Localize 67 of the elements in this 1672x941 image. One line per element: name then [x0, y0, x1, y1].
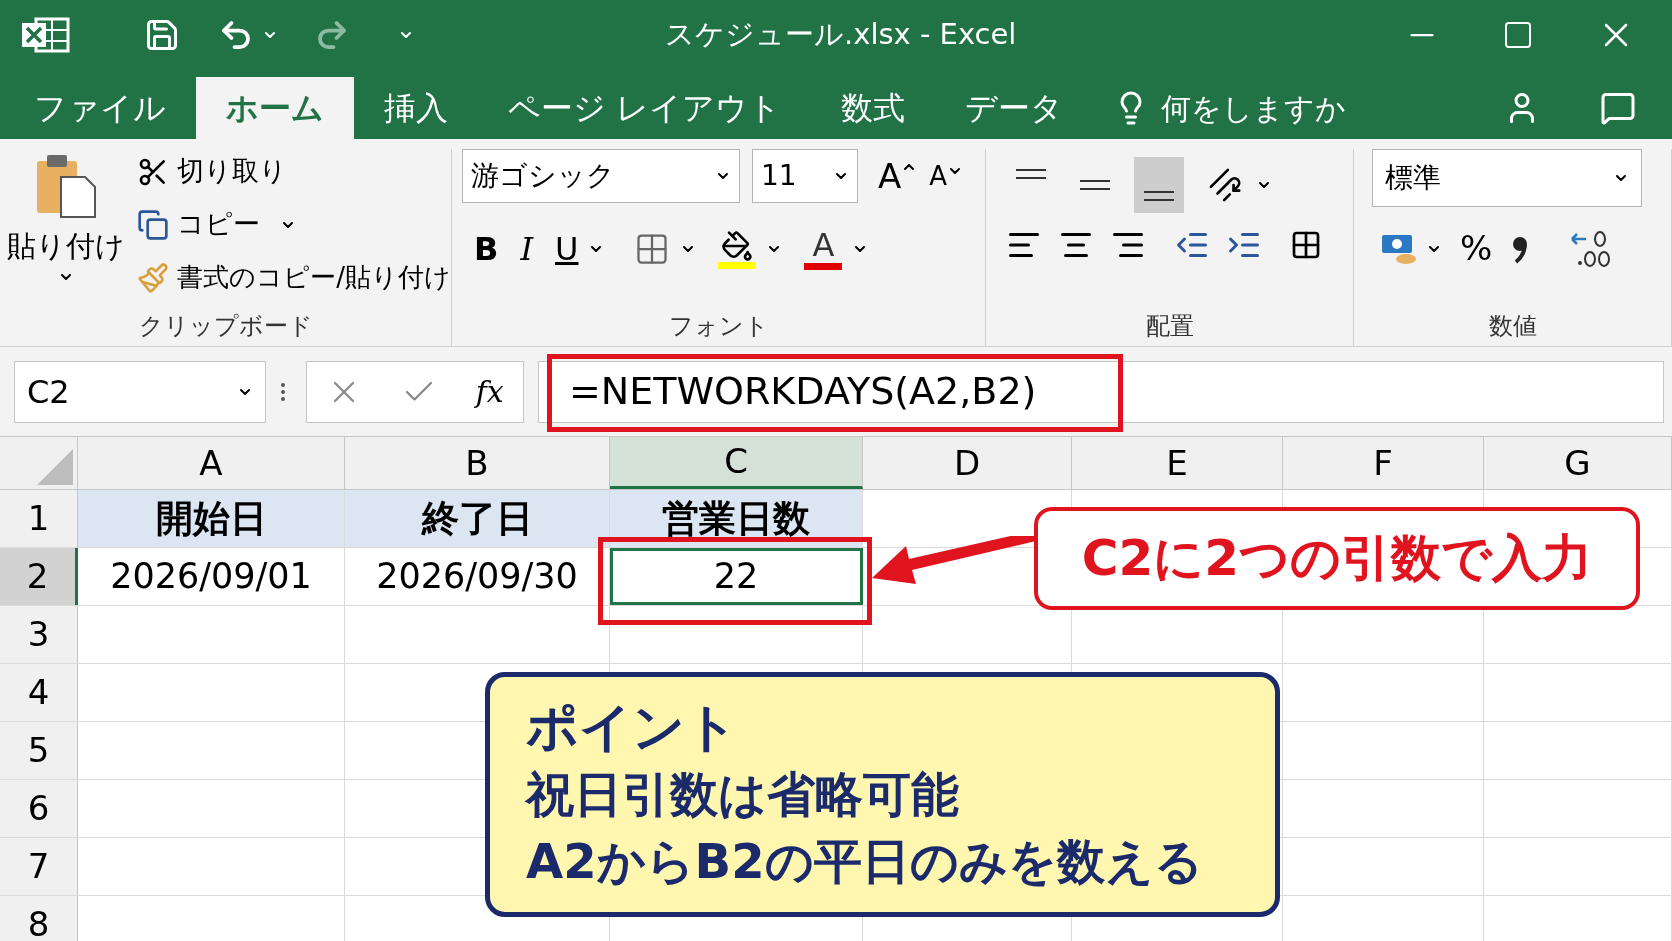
table-cell: 営業日数: [610, 490, 863, 547]
callout-text: C2に2つの引数で入力: [1081, 528, 1593, 589]
copy-icon: [137, 208, 170, 241]
bold-button[interactable]: B: [474, 225, 499, 273]
font-size-dropdown[interactable]: 11: [752, 149, 858, 203]
cut-button[interactable]: 切り取り: [137, 149, 451, 194]
table-cell: 22: [610, 548, 863, 605]
group-label: フォント: [668, 311, 769, 342]
column-header[interactable]: E: [1072, 437, 1283, 489]
point-text: A2からB2の平日のみを数える: [526, 832, 1204, 892]
ribbon-tab[interactable]: ファイル: [4, 77, 196, 139]
ribbon-tab[interactable]: 数式: [811, 77, 936, 139]
formula-field[interactable]: =NETWORKDAYS(A2,B2): [538, 360, 1664, 423]
tell-me-field[interactable]: 何をしますか: [1113, 77, 1347, 139]
row-header[interactable]: 8: [0, 896, 78, 941]
paintbrush-icon: [137, 261, 170, 294]
row-header[interactable]: 2: [0, 548, 78, 605]
row-header[interactable]: 5: [0, 722, 78, 779]
window-title: スケジュール.xlsx - Excel: [665, 16, 1017, 54]
column-header[interactable]: G: [1484, 437, 1672, 489]
row-header[interactable]: 7: [0, 838, 78, 895]
font-color-button[interactable]: A: [804, 228, 843, 270]
copy-button[interactable]: コピー: [137, 202, 451, 247]
column-header[interactable]: C: [610, 437, 863, 489]
fill-color-button[interactable]: [718, 229, 757, 269]
align-lines-icon: [1144, 191, 1174, 201]
vertical-align-button[interactable]: [1134, 157, 1184, 213]
point-text: 祝日引数は省略可能: [526, 765, 960, 825]
more-dots-icon: [280, 381, 286, 402]
align-lines-icon: [1016, 169, 1046, 179]
table-cell: 2026/09/01: [78, 548, 345, 605]
italic-button[interactable]: I: [520, 225, 534, 273]
group-label: 配置: [1145, 311, 1194, 342]
ribbon-tab[interactable]: ページ レイアウト: [478, 77, 812, 139]
excel-logo-icon: [22, 15, 70, 55]
row-header[interactable]: 4: [0, 664, 78, 721]
column-header[interactable]: A: [78, 437, 345, 489]
insert-function-button[interactable]: fx: [475, 369, 504, 414]
table-cell: 終了日: [345, 490, 610, 547]
group-label: 数値: [1488, 311, 1537, 342]
table-cell: 開始日: [78, 490, 345, 547]
paste-button[interactable]: 貼り付け: [0, 149, 132, 306]
row-header[interactable]: 3: [0, 606, 78, 663]
maximize-icon[interactable]: [1502, 19, 1534, 51]
align-lines-icon: [1080, 180, 1110, 190]
table-cell: 2026/09/30: [345, 548, 610, 605]
comment-icon[interactable]: [1600, 90, 1636, 126]
format-painter-button[interactable]: 書式のコピー/貼り付け: [137, 255, 451, 300]
ribbon-tab[interactable]: 挿入: [354, 77, 478, 139]
underline-button[interactable]: U: [555, 225, 579, 273]
grow-font-button[interactable]: A: [878, 159, 918, 193]
row-header[interactable]: 6: [0, 780, 78, 837]
column-header[interactable]: F: [1283, 437, 1484, 489]
row-header[interactable]: 1: [0, 490, 78, 547]
ribbon-tab[interactable]: ホーム: [196, 77, 354, 139]
font-name-dropdown[interactable]: 游ゴシック: [462, 149, 740, 203]
shrink-font-button[interactable]: A: [929, 163, 964, 189]
merge-cells-icon[interactable]: [1290, 229, 1322, 261]
point-title: ポイント: [526, 695, 739, 759]
increase-decimal-icon[interactable]: [1570, 228, 1613, 269]
group-label: クリップボード: [138, 311, 313, 342]
save-icon[interactable]: [144, 17, 180, 53]
name-box[interactable]: C2: [14, 360, 266, 423]
ribbon-tab[interactable]: データ: [935, 77, 1094, 139]
column-header[interactable]: D: [863, 437, 1072, 489]
number-format-dropdown[interactable]: 標準: [1372, 149, 1642, 207]
percent-button[interactable]: %: [1460, 223, 1493, 274]
